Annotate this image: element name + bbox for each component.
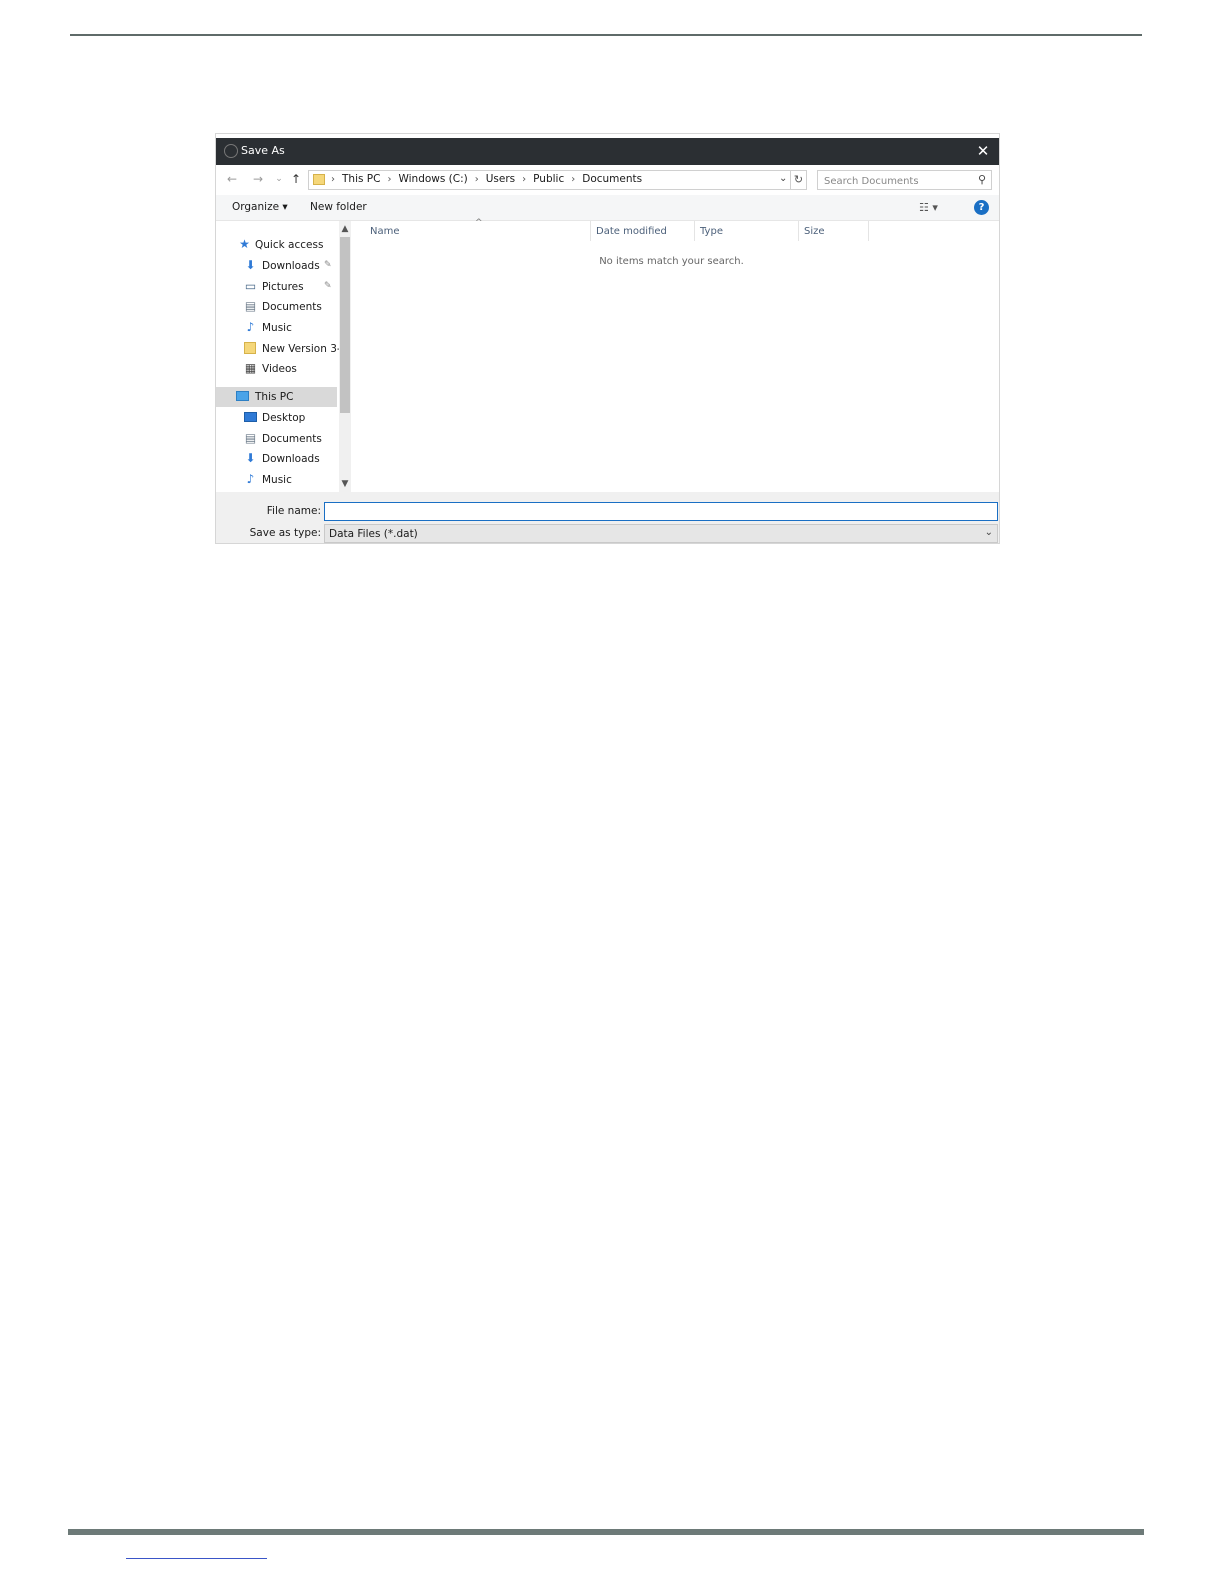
sidebar-item-label: Music [262, 474, 292, 486]
navigation-scrollbar[interactable]: ▲ ▼ [339, 221, 351, 492]
sidebar-item-label: Downloads [262, 453, 320, 465]
address-bar[interactable]: › This PC › Windows (C:) › Users › Public › Docum… [308, 170, 795, 190]
view-options-icon[interactable]: ☷ ▾ [919, 201, 938, 214]
search-box[interactable]: ⚲ [817, 170, 992, 191]
scroll-up-icon[interactable]: ▲ [339, 223, 351, 235]
sidebar-item-pc-music[interactable]: ♪ Music [216, 470, 337, 490]
column-header-size[interactable]: Size [799, 221, 869, 241]
star-pin-icon: ★ [239, 237, 250, 251]
folder-icon [313, 174, 325, 185]
search-input[interactable] [818, 171, 976, 191]
command-toolbar: Organize ▾ New folder ☷ ▾ ? [216, 195, 999, 221]
breadcrumb-separator-icon: › [387, 174, 392, 185]
sidebar-item-label: New Version 3-0 [262, 343, 348, 355]
computer-icon [236, 390, 249, 403]
sidebar-item-desktop[interactable]: Desktop [216, 408, 337, 428]
save-as-type-select[interactable]: Data Files (*.dat) ⌄ [324, 524, 998, 543]
forward-arrow-icon[interactable]: → [250, 171, 266, 187]
save-as-type-value: Data Files (*.dat) [329, 528, 418, 540]
sidebar-item-quick-access[interactable]: ★ Quick access [216, 235, 337, 255]
sidebar-item-music[interactable]: ♪ Music [216, 318, 337, 338]
breadcrumb-documents[interactable]: Documents [582, 173, 642, 185]
breadcrumb-separator-icon: › [474, 174, 479, 185]
help-icon[interactable]: ? [974, 200, 989, 215]
breadcrumb-users[interactable]: Users [486, 173, 515, 185]
column-header-type[interactable]: Type [695, 221, 799, 241]
pin-icon[interactable]: ✎ [324, 281, 332, 291]
sidebar-item-videos[interactable]: ▦ Videos [216, 359, 337, 379]
navigation-bar: ← → ⌄ ↑ › This PC › Windows (C:) › Users › Publ… [216, 167, 999, 193]
save-options-panel: File name: Save as type: Data Files (*.d… [216, 492, 999, 543]
breadcrumb-separator-icon: › [571, 174, 576, 185]
document-icon: ▤ [244, 431, 257, 445]
breadcrumb-separator-icon: › [331, 174, 335, 185]
sidebar-item-pictures[interactable]: ▭ Pictures ✎ [216, 277, 337, 297]
breadcrumb: › This PC › Windows (C:) › Users › Public › Docum… [329, 173, 642, 185]
save-as-type-label: Save as type: [249, 527, 321, 539]
sidebar-item-label: Documents [262, 433, 322, 445]
sidebar-item-pc-documents[interactable]: ▤ Documents [216, 429, 337, 449]
organize-menu-button[interactable]: Organize ▾ [232, 201, 288, 213]
page-footer-rule [68, 1529, 1144, 1535]
desktop-icon [244, 411, 257, 424]
document-icon: ▤ [244, 299, 257, 313]
download-arrow-icon: ⬇ [245, 258, 256, 272]
sidebar-item-label: Documents [262, 301, 322, 313]
app-icon [224, 144, 238, 158]
dialog-titlebar: Save As ✕ [216, 138, 999, 165]
up-arrow-icon[interactable]: ↑ [288, 171, 304, 187]
refresh-button[interactable]: ↻ [790, 170, 807, 190]
sidebar-item-label: Videos [262, 363, 297, 375]
sidebar-item-this-pc[interactable]: This PC [216, 387, 337, 407]
scrollbar-thumb[interactable] [340, 237, 350, 413]
column-header-date-modified[interactable]: Date modified [591, 221, 695, 241]
new-folder-button[interactable]: New folder [310, 201, 367, 213]
music-note-icon: ♪ [246, 472, 255, 486]
file-name-input[interactable] [325, 503, 997, 520]
sidebar-item-downloads[interactable]: ⬇ Downloads ✎ [216, 256, 337, 276]
close-button[interactable]: ✕ [973, 141, 993, 161]
column-label: Size [804, 226, 825, 237]
breadcrumb-this-pc[interactable]: This PC [342, 173, 380, 185]
film-icon: ▦ [244, 361, 257, 375]
sidebar-item-label: Pictures [262, 281, 304, 293]
column-label: Date modified [596, 226, 667, 237]
navigation-pane: ★ Quick access ⬇ Downloads ✎ ▭ Pictures … [216, 221, 347, 492]
sidebar-item-pc-downloads[interactable]: ⬇ Downloads [216, 449, 337, 469]
sidebar-item-label: Music [262, 322, 292, 334]
sidebar-item-documents[interactable]: ▤ Documents [216, 297, 337, 317]
save-as-dialog: Save As ✕ ← → ⌄ ↑ › This PC › Windows (C:) ›… [215, 133, 1000, 544]
sidebar-item-label: Desktop [262, 412, 306, 424]
dialog-title: Save As [241, 144, 285, 157]
column-label: Type [700, 226, 723, 237]
page-header-rule [70, 34, 1142, 36]
breadcrumb-windows-c[interactable]: Windows (C:) [398, 173, 467, 185]
column-label: Name [370, 226, 400, 237]
sidebar-item-label: Quick access [255, 239, 324, 251]
recent-locations-chevron-icon[interactable]: ⌄ [271, 171, 287, 187]
file-name-field[interactable] [324, 502, 998, 521]
download-arrow-icon: ⬇ [245, 451, 256, 465]
breadcrumb-public[interactable]: Public [533, 173, 564, 185]
scroll-down-icon[interactable]: ▼ [339, 478, 351, 490]
music-note-icon: ♪ [246, 320, 255, 334]
pictures-icon: ▭ [244, 279, 257, 293]
sidebar-item-new-version[interactable]: New Version 3-0 [216, 339, 347, 359]
empty-message: No items match your search. [352, 256, 999, 267]
breadcrumb-separator-icon: › [522, 174, 527, 185]
sidebar-item-label: This PC [255, 391, 294, 403]
empty-message-text: No items match your search. [599, 256, 744, 267]
sidebar-item-label: Downloads [262, 260, 320, 272]
search-icon[interactable]: ⚲ [978, 173, 986, 186]
back-arrow-icon[interactable]: ← [224, 171, 240, 187]
file-name-label: File name: [266, 505, 321, 517]
chevron-down-icon[interactable]: ⌄ [985, 527, 993, 538]
pin-icon[interactable]: ✎ [324, 260, 332, 270]
footer-link-underline[interactable] [126, 1558, 267, 1559]
column-header-name[interactable]: Name [354, 221, 591, 241]
folder-icon [244, 342, 257, 355]
file-list: ^ Name Date modified Type Size No items … [352, 218, 999, 492]
